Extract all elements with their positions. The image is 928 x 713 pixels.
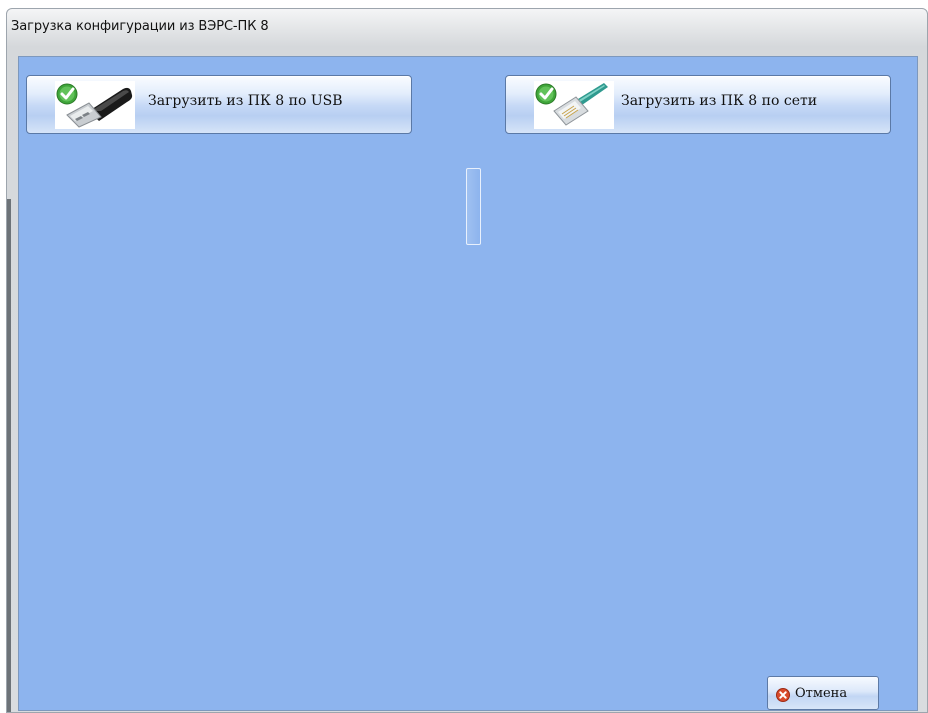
load-usb-button[interactable]: Загрузить из ПК 8 по USB <box>26 75 412 134</box>
title-bar[interactable]: Загрузка конфигурации из ВЭРС-ПК 8 <box>7 9 927 49</box>
window-title: Загрузка конфигурации из ВЭРС-ПК 8 <box>11 19 269 34</box>
cancel-label: Отмена <box>795 686 848 701</box>
load-usb-label: Загрузить из ПК 8 по USB <box>148 93 343 109</box>
dialog-content: Загрузить из ПК 8 по USB Загрузить из ПК… <box>18 56 918 711</box>
ethernet-plug-icon <box>534 81 614 129</box>
usb-plug-icon <box>55 81 135 129</box>
cancel-icon <box>776 687 790 702</box>
load-network-label: Загрузить из ПК 8 по сети <box>621 93 818 109</box>
load-network-button[interactable]: Загрузить из ПК 8 по сети <box>505 75 891 134</box>
cancel-button[interactable]: Отмена <box>767 676 879 710</box>
dialog-window: Загрузка конфигурации из ВЭРС-ПК 8 Загру… <box>6 8 928 713</box>
progress-bar <box>466 168 481 245</box>
